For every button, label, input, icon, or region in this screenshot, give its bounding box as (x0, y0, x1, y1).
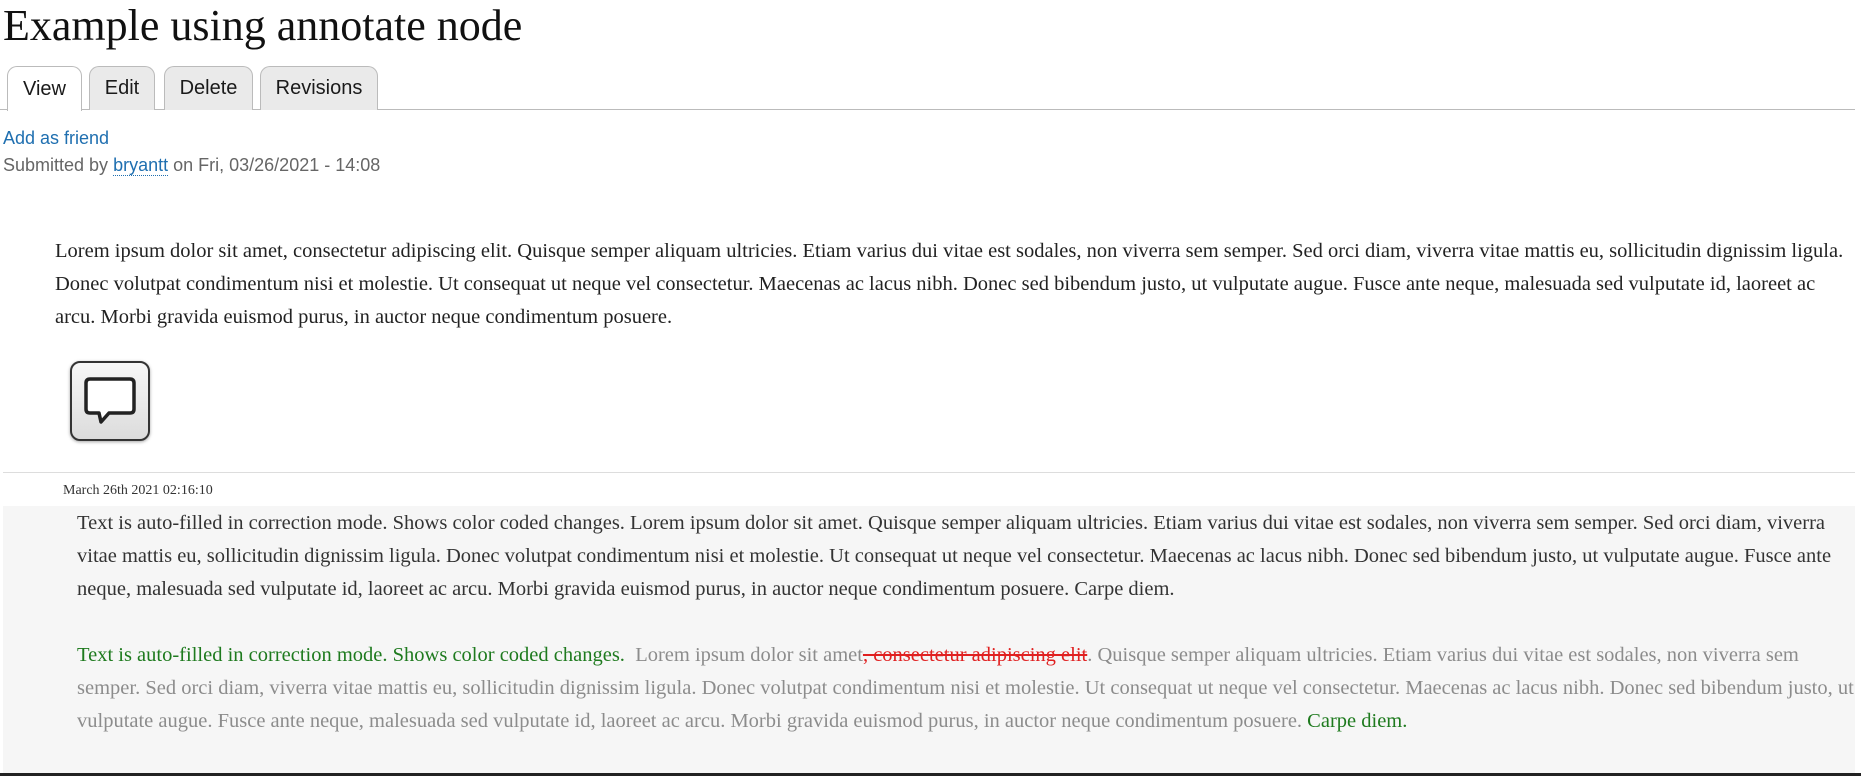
speech-bubble-icon (84, 377, 136, 424)
tab-view[interactable]: View (7, 66, 82, 111)
annotate-button[interactable] (70, 361, 150, 441)
diff-added-outro: Carpe diem. (1307, 710, 1408, 732)
diff-added-intro: Text is auto-filled in correction mode. … (77, 644, 625, 666)
annotation-text: Text is auto-filled in correction mode. … (77, 512, 1832, 600)
annotation-date: March 26th 2021 02:16:10 (63, 483, 213, 498)
annotation-diff: Text is auto-filled in correction mode. … (77, 639, 1855, 738)
tab-edit[interactable]: Edit (89, 66, 155, 110)
submitted-prefix: Submitted by (3, 155, 109, 175)
page-title: Example using annotate node (3, 1, 523, 50)
add-as-friend-link[interactable]: Add as friend (3, 126, 109, 150)
section-divider (3, 472, 1855, 473)
tab-revisions[interactable]: Revisions (260, 66, 378, 110)
node-body: Lorem ipsum dolor sit amet, consectetur … (55, 240, 1844, 328)
author-link[interactable]: bryantt (113, 155, 169, 176)
submitted-info: Submitted by bryantt on Fri, 03/26/2021 … (3, 153, 380, 177)
diff-unchanged-start: Lorem ipsum dolor sit amet (635, 644, 863, 666)
tab-bar: View Edit Delete Revisions (0, 66, 1855, 111)
tab-delete[interactable]: Delete (164, 66, 253, 110)
diff-deleted-text: , consectetur adipiscing elit (862, 644, 1088, 666)
submitted-date: on Fri, 03/26/2021 - 14:08 (173, 155, 381, 175)
